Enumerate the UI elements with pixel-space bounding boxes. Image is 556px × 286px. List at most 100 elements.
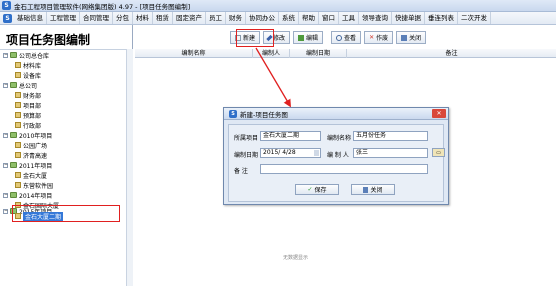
- collapse-icon[interactable]: −: [3, 208, 8, 214]
- collapse-icon[interactable]: −: [3, 132, 8, 138]
- person-field[interactable]: 张三: [353, 148, 428, 158]
- app-menu-icon[interactable]: S: [3, 13, 12, 23]
- tree-node-group[interactable]: − 2010年项目: [3, 130, 52, 140]
- view-button-label: 查看: [344, 35, 357, 42]
- house-icon: [15, 62, 21, 68]
- menu-staff[interactable]: 员工: [206, 12, 226, 24]
- menu-collab-office[interactable]: 协同办公: [246, 12, 279, 24]
- dialog-close-icon[interactable]: ✕: [432, 109, 446, 118]
- tree-node-label: 2011年项目: [19, 162, 53, 170]
- tree-node-leaf[interactable]: 金石大厦: [15, 170, 47, 180]
- column-header[interactable]: 编制名称: [135, 49, 253, 58]
- tree-node-group[interactable]: − 2011年项目: [3, 160, 52, 170]
- collapse-icon[interactable]: −: [3, 52, 8, 58]
- menu-bar: S 基础信息 工程管理 合同管理 分包 材料 租赁 固定资产 员工 财务 协同办…: [0, 12, 556, 25]
- menu-help[interactable]: 帮助: [299, 12, 319, 24]
- tree-node-label: 2010年项目: [19, 132, 53, 140]
- highlight-box-tree: [12, 205, 120, 222]
- menu-leader-query[interactable]: 领导查询: [359, 12, 392, 24]
- dialog-title: 新建-项目任务图: [240, 110, 288, 119]
- menu-lease[interactable]: 租赁: [153, 12, 173, 24]
- tree-node-label: 东营软件园: [23, 182, 54, 190]
- tree-node-group[interactable]: − 2014年项目: [3, 190, 52, 200]
- highlight-box-new-button: [236, 29, 274, 47]
- tree-node-group[interactable]: − 公司总仓库: [3, 50, 49, 60]
- tree-node-label: 项目部: [23, 102, 42, 110]
- menu-secondary-dev[interactable]: 二次开发: [458, 12, 491, 24]
- house-icon: [15, 72, 21, 78]
- chevron-down-icon[interactable]: [314, 150, 319, 156]
- tree-node-leaf[interactable]: 设备库: [15, 70, 41, 80]
- house-icon: [15, 152, 21, 158]
- folder-tree-icon: [10, 82, 17, 88]
- folder-tree-icon: [10, 132, 17, 138]
- project-field[interactable]: 金石大厦二期: [260, 131, 321, 141]
- tree-node-leaf[interactable]: 行政部: [15, 120, 41, 130]
- folder-tree-icon: [10, 52, 17, 58]
- grid-header: 编制名称 编制人 编制日期 备注: [135, 49, 556, 58]
- app-logo-icon: S: [2, 1, 11, 10]
- compile-button[interactable]: 编辑: [293, 31, 324, 44]
- tree-node-label: 公司总仓库: [19, 52, 50, 60]
- close-button[interactable]: 关闭: [396, 31, 427, 44]
- view-button[interactable]: 查看: [331, 31, 362, 44]
- window-title-bar: S 金石工程项目管理软件(网络集团版) 4.97 - [项目任务图编制]: [0, 0, 556, 12]
- collapse-icon[interactable]: −: [3, 192, 8, 198]
- menu-project-mgmt[interactable]: 工程管理: [47, 12, 80, 24]
- page-title: 项目任务图编制: [6, 33, 91, 47]
- window-title: 金石工程项目管理软件(网络集团版) 4.97 - [项目任务图编制]: [14, 2, 191, 11]
- house-icon: [15, 92, 21, 98]
- date-field[interactable]: 2015/ 4/28: [260, 148, 321, 158]
- menu-linked-list[interactable]: 垂连列表: [425, 12, 458, 24]
- menu-finance[interactable]: 财务: [226, 12, 246, 24]
- menu-basic-info[interactable]: 基础信息: [14, 12, 47, 24]
- column-header[interactable]: 编制人: [253, 49, 290, 58]
- tree-node-leaf[interactable]: 公园广场: [15, 140, 47, 150]
- menu-subcontract[interactable]: 分包: [113, 12, 133, 24]
- tree-node-leaf[interactable]: 项目部: [15, 100, 41, 110]
- menu-window[interactable]: 窗口: [319, 12, 339, 24]
- dialog-body: 所属项目 金石大厦二期 编制名称 五月份任务 编制日期 2015/ 4/28 编…: [228, 124, 445, 202]
- folder-tree-icon: [10, 162, 17, 168]
- magnifier-icon: [336, 34, 343, 41]
- menu-quick-docs[interactable]: 快捷单据: [392, 12, 425, 24]
- dialog-close-button[interactable]: 关闭: [351, 184, 395, 195]
- collapse-icon[interactable]: −: [3, 162, 8, 168]
- menu-material[interactable]: 材料: [133, 12, 153, 24]
- menu-contract-mgmt[interactable]: 合同管理: [80, 12, 113, 24]
- column-header[interactable]: 编制日期: [290, 49, 347, 58]
- menu-system[interactable]: 系统: [279, 12, 299, 24]
- void-button[interactable]: ✕ 作废: [364, 31, 394, 44]
- person-label: 编 制 人: [327, 152, 349, 159]
- dialog-title-bar[interactable]: S 新建-项目任务图 ✕: [224, 108, 448, 120]
- tree-node-leaf[interactable]: 预算部: [15, 110, 41, 120]
- tree-node-leaf[interactable]: 济青高速: [15, 150, 47, 160]
- tree-node-label: 2014年项目: [19, 192, 53, 200]
- tree-node-label: 预算部: [23, 112, 42, 120]
- collapse-icon[interactable]: −: [3, 82, 8, 88]
- date-label: 编制日期: [234, 152, 259, 159]
- save-button[interactable]: ✓ 保存: [295, 184, 339, 195]
- tree-node-leaf[interactable]: 材料库: [15, 60, 41, 70]
- splitter-bar[interactable]: [126, 49, 133, 286]
- tree-node-leaf[interactable]: 东营软件园: [15, 180, 53, 190]
- tree-node-leaf[interactable]: 财务部: [15, 90, 41, 100]
- column-header[interactable]: 备注: [347, 49, 556, 58]
- tree-node-label: 材料库: [23, 62, 42, 70]
- tree-node-group[interactable]: − 总公司: [3, 80, 37, 90]
- save-button-label: 保存: [314, 187, 327, 194]
- house-icon: [15, 122, 21, 128]
- tree-node-label: 行政部: [23, 122, 42, 130]
- tree-node-label: 财务部: [23, 92, 42, 100]
- select-person-icon[interactable]: ▭: [432, 148, 445, 157]
- app-logo-icon: S: [229, 109, 237, 118]
- name-label: 编制名称: [327, 135, 352, 142]
- tree-node-label: 济青高速: [23, 152, 48, 160]
- house-icon: [15, 142, 21, 148]
- menu-fixed-assets[interactable]: 固定资产: [173, 12, 206, 24]
- cross-icon: ✕: [369, 34, 375, 41]
- note-field[interactable]: [260, 164, 428, 174]
- menu-tools[interactable]: 工具: [339, 12, 359, 24]
- project-label: 所属项目: [234, 135, 259, 142]
- name-field[interactable]: 五月份任务: [353, 131, 428, 141]
